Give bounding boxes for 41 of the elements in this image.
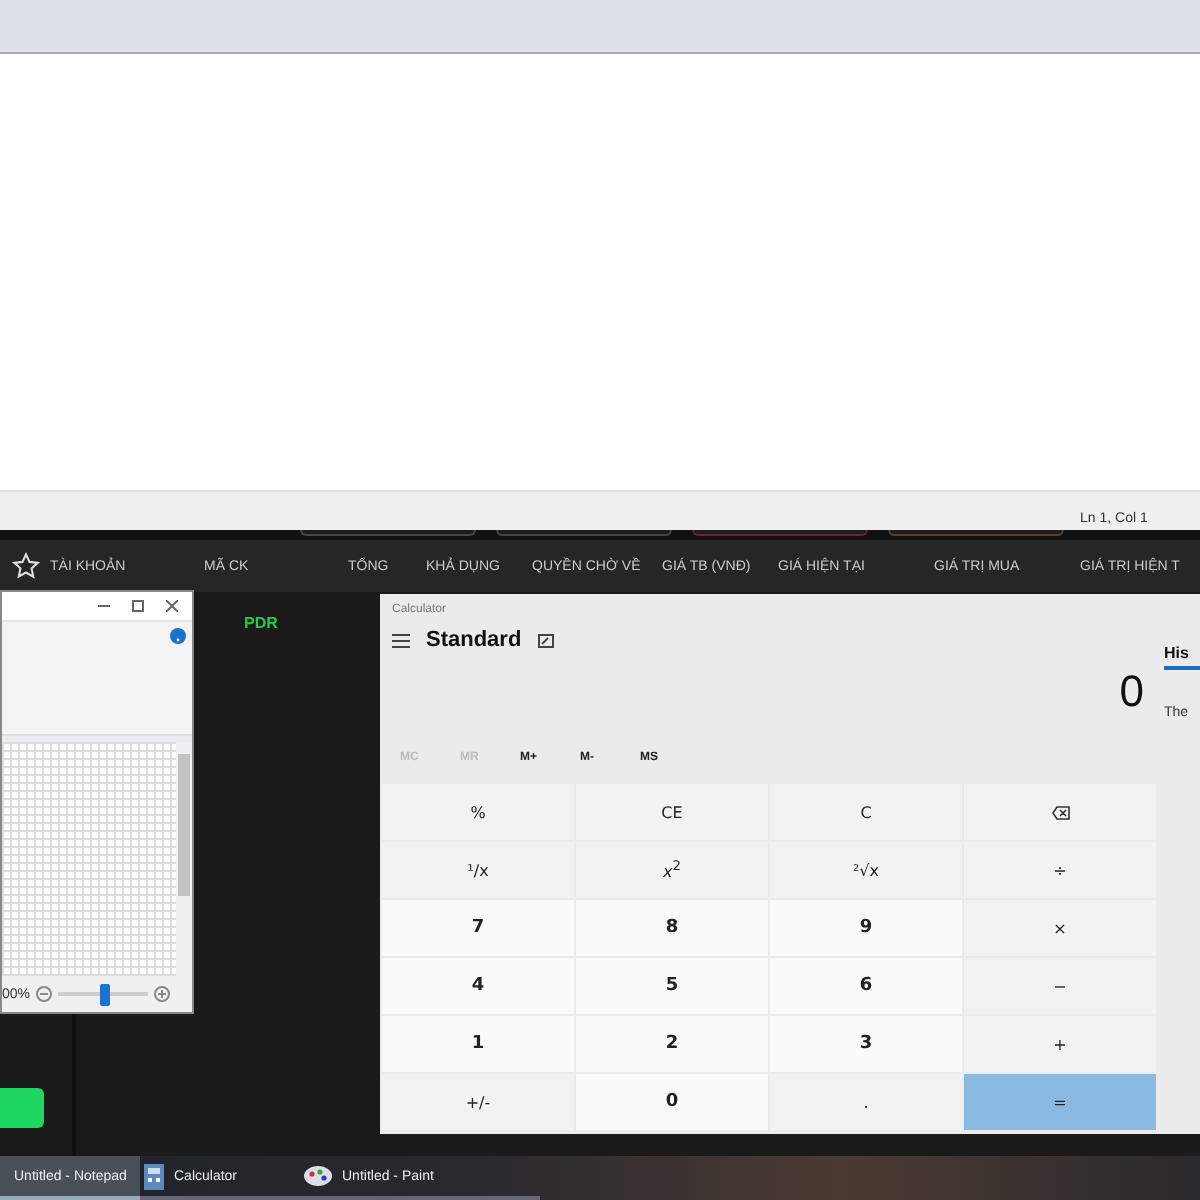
key-button[interactable]: ÷ <box>964 842 1156 898</box>
help-icon[interactable] <box>170 628 186 644</box>
key-button[interactable]: = <box>964 1074 1156 1130</box>
key-button[interactable]: CE <box>576 784 768 840</box>
key-button[interactable]: 8 <box>576 900 768 956</box>
menu-icon[interactable] <box>392 633 410 647</box>
backspace-icon <box>1051 805 1069 819</box>
close-icon[interactable] <box>166 600 178 612</box>
key-button[interactable]: 3 <box>770 1016 962 1072</box>
key-button[interactable]: 7 <box>382 900 574 956</box>
minimize-icon[interactable] <box>98 600 110 612</box>
key-button[interactable]: ²√x <box>770 842 962 898</box>
palette-icon <box>304 1164 332 1188</box>
key-button[interactable]: 6 <box>770 958 962 1014</box>
key-button[interactable]: 4 <box>382 958 574 1014</box>
key-button[interactable]: ¹/x <box>382 842 574 898</box>
key-button[interactable]: % <box>382 784 574 840</box>
key-button[interactable]: 0 <box>576 1074 768 1130</box>
key-button[interactable]: − <box>964 958 1156 1014</box>
toolbar-button[interactable] <box>496 530 672 536</box>
key-button[interactable]: C <box>770 784 962 840</box>
scrollbar[interactable] <box>176 742 192 976</box>
key-button[interactable]: 1 <box>382 1016 574 1072</box>
mode-title: Standard <box>426 628 522 652</box>
key-button[interactable]: × <box>964 900 1156 956</box>
zoom-out-icon[interactable] <box>36 986 53 1002</box>
calculator-icon <box>144 1163 164 1189</box>
key-button[interactable]: 9 <box>770 900 962 956</box>
key-button[interactable]: . <box>770 1074 962 1130</box>
key-button[interactable]: +/- <box>382 1074 574 1130</box>
history-tab[interactable]: His <box>1164 644 1200 670</box>
maximize-icon[interactable] <box>132 600 144 612</box>
key-button[interactable]: 5 <box>576 958 768 1014</box>
toolbar-button[interactable] <box>300 530 476 536</box>
key-button[interactable]: + <box>964 1016 1156 1072</box>
key-button[interactable]: 2 <box>576 1016 768 1072</box>
key-button[interactable]: x$^{2}$ <box>576 842 768 898</box>
stock-symbol: PDR <box>244 614 278 632</box>
display-value: 0 <box>1119 666 1144 718</box>
toolbar-button[interactable] <box>888 530 1064 536</box>
zoom-in-icon[interactable] <box>154 986 171 1002</box>
